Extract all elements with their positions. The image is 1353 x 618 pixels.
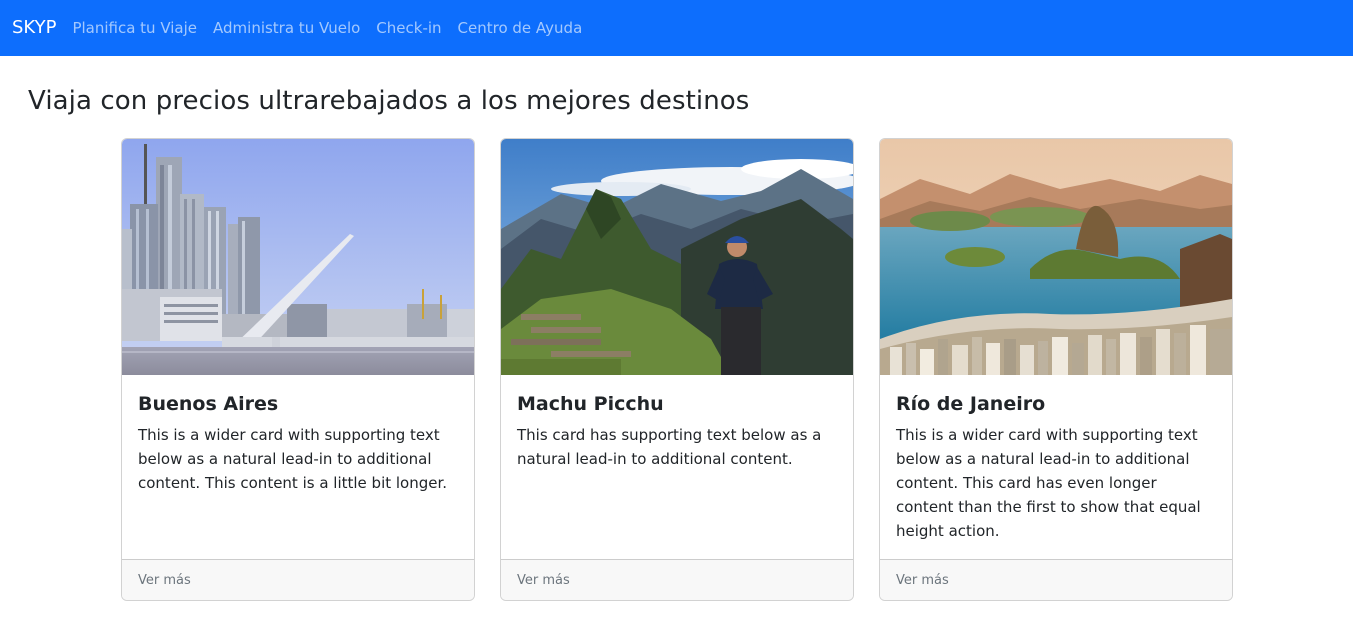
card-title: Buenos Aires	[138, 393, 279, 415]
ver-mas-link[interactable]: Ver más	[880, 559, 1232, 600]
nav-link-checkin[interactable]: Check-in	[376, 19, 441, 37]
card-title: Río de Janeiro	[896, 393, 1046, 415]
card-body: Buenos Aires This is a wider card with s…	[122, 375, 474, 559]
card-text: This is a wider card with supporting tex…	[138, 426, 448, 492]
brand-link[interactable]: SKYP	[12, 0, 56, 56]
navbar: SKYP Planifica tu Viaje Administra tu Vu…	[0, 0, 1353, 56]
machu-picchu-image	[501, 139, 853, 375]
ver-mas-link[interactable]: Ver más	[122, 559, 474, 600]
ver-mas-link[interactable]: Ver más	[501, 559, 853, 600]
card-title: Machu Picchu	[517, 393, 664, 415]
card-body: Río de Janeiro This is a wider card with…	[880, 375, 1232, 559]
nav-link-ayuda[interactable]: Centro de Ayuda	[458, 19, 583, 37]
destination-card-machu-picchu: Machu Picchu This card has supporting te…	[500, 138, 854, 601]
destination-card-rio-de-janeiro: Río de Janeiro This is a wider card with…	[879, 138, 1233, 601]
card-text: This is a wider card with supporting tex…	[896, 426, 1201, 540]
destination-card-buenos-aires: Buenos Aires This is a wider card with s…	[121, 138, 475, 601]
card-text: This card has supporting text below as a…	[517, 426, 822, 468]
card-group: Buenos Aires This is a wider card with s…	[121, 138, 1233, 601]
nav-link-planifica[interactable]: Planifica tu Viaje	[72, 19, 197, 37]
card-body: Machu Picchu This card has supporting te…	[501, 375, 853, 559]
buenos-aires-image	[122, 139, 474, 375]
nav-link-administra[interactable]: Administra tu Vuelo	[213, 19, 360, 37]
page-title: Viaja con precios ultrarebajados a los m…	[28, 86, 750, 116]
rio-de-janeiro-image	[880, 139, 1232, 375]
